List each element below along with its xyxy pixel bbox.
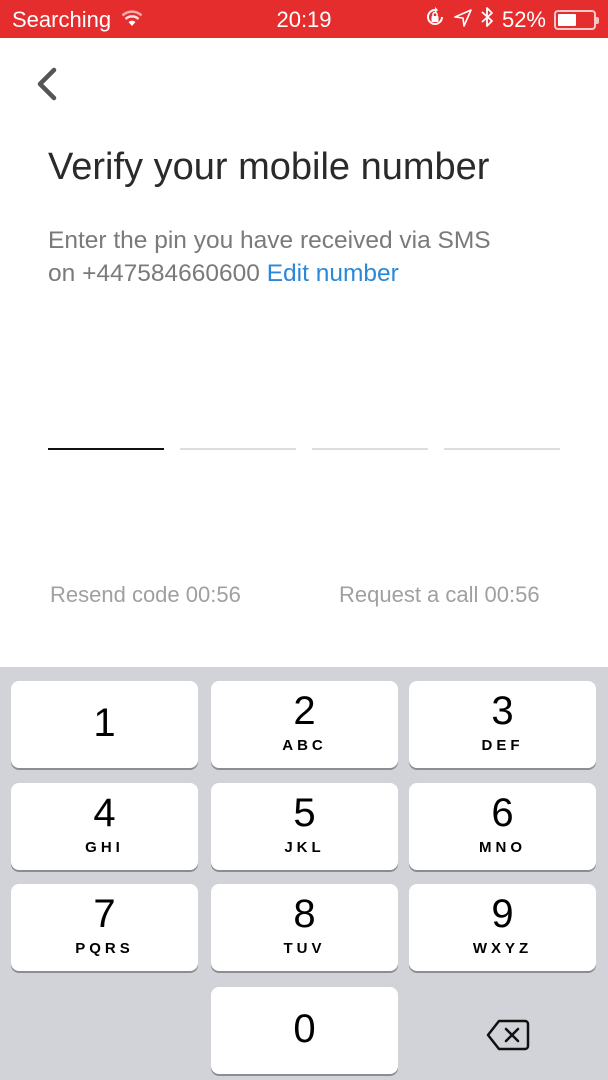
key-letters: GHI: [85, 839, 124, 856]
key-letters: WXYZ: [472, 940, 533, 957]
bluetooth-icon: [480, 6, 494, 34]
pin-digit-1[interactable]: [48, 430, 164, 450]
key-5[interactable]: 5 JKL: [211, 783, 398, 870]
key-digit: 8: [293, 892, 316, 936]
instructions-text: Enter the pin you have received via SMS …: [48, 224, 568, 290]
key-8[interactable]: 8 TUV: [211, 884, 398, 971]
back-button[interactable]: [30, 64, 66, 104]
backspace-icon: [486, 1019, 530, 1051]
key-6[interactable]: 6 MNO: [409, 783, 596, 870]
location-icon: [454, 7, 472, 33]
phone-number: +447584660600: [82, 260, 260, 287]
key-2[interactable]: 2 ABC: [211, 681, 398, 768]
pin-digit-3[interactable]: [312, 430, 428, 450]
key-digit: 1: [93, 701, 116, 745]
key-3[interactable]: 3 DEF: [409, 681, 596, 768]
instructions-line: Enter the pin you have received via SMS: [48, 227, 491, 254]
instructions-prefix: on: [48, 260, 83, 287]
key-letters: JKL: [284, 839, 325, 856]
delete-button[interactable]: [470, 1007, 546, 1063]
page-title: Verify your mobile number: [48, 146, 490, 188]
key-7[interactable]: 7 PQRS: [11, 884, 198, 971]
key-digit: 3: [491, 689, 514, 733]
key-digit: 9: [491, 892, 514, 936]
battery-icon: [554, 10, 599, 30]
pin-input[interactable]: [48, 430, 560, 450]
key-digit: 6: [491, 791, 514, 835]
pin-digit-2[interactable]: [180, 430, 296, 450]
key-digit: 5: [293, 791, 316, 835]
key-1[interactable]: 1: [11, 681, 198, 768]
chevron-left-icon: [37, 67, 57, 101]
battery-percent: 52%: [501, 7, 546, 32]
rotation-lock-icon: [424, 6, 446, 34]
key-letters: MNO: [479, 839, 526, 856]
key-letters: PQRS: [75, 940, 134, 957]
request-call-button[interactable]: Request a call 00:56: [339, 582, 540, 608]
key-digit: 4: [93, 791, 116, 835]
key-letters: ABC: [282, 737, 327, 754]
status-bar: Searching 20:19 52%: [0, 0, 608, 38]
battery-fill: [558, 14, 576, 26]
edit-number-link[interactable]: Edit number: [267, 260, 399, 287]
pin-digit-4[interactable]: [444, 430, 560, 450]
key-digit: 7: [93, 892, 116, 936]
key-letters: TUV: [283, 940, 326, 957]
key-letters: DEF: [481, 737, 524, 754]
key-4[interactable]: 4 GHI: [11, 783, 198, 870]
key-9[interactable]: 9 WXYZ: [409, 884, 596, 971]
numeric-keypad: 1 2 ABC 3 DEF 4 GHI 5 JKL 6 MNO 7 PQRS 8…: [0, 667, 608, 1080]
key-digit: 2: [293, 689, 316, 733]
resend-code-button[interactable]: Resend code 00:56: [50, 582, 241, 608]
key-0[interactable]: 0: [211, 987, 398, 1074]
key-digit: 0: [293, 1007, 316, 1051]
